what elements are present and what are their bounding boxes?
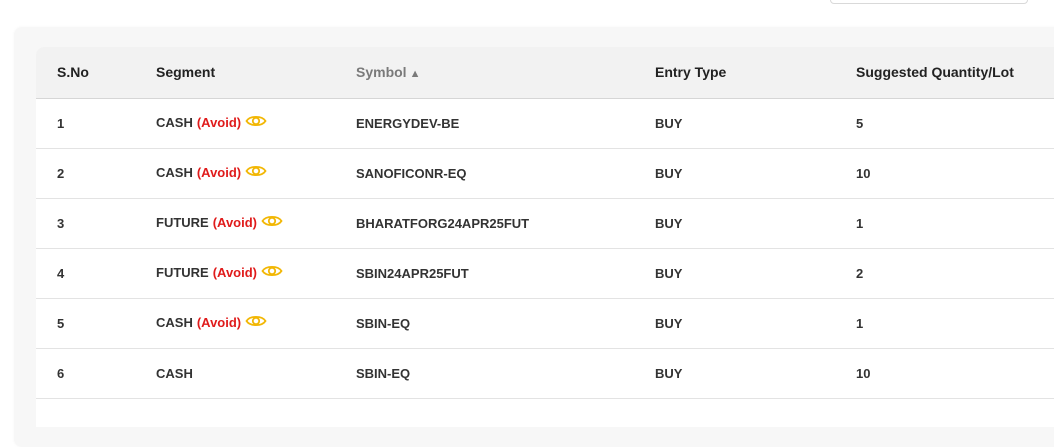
cell-segment: FUTURE (Avoid) (156, 248, 356, 299)
cell-entry-type: BUY (655, 98, 856, 149)
column-header-entry-type[interactable]: Entry Type (655, 47, 856, 99)
cell-segment: CASH (156, 348, 356, 399)
cell-sno: 4 (36, 248, 156, 299)
avoid-flag: (Avoid) (196, 115, 242, 131)
cell-entry-type: BUY (655, 298, 856, 349)
table-row[interactable]: 1 CASH (Avoid) ENERGYDEV-BE BUY 5 (36, 98, 1054, 149)
cell-sno: 6 (36, 348, 156, 399)
cell-entry-type: BUY (655, 348, 856, 399)
cell-sno: 5 (36, 298, 156, 349)
table-body: 1 CASH (Avoid) ENERGYDEV-BE BUY 5 2 CASH (Avoid)… (36, 98, 1054, 399)
eye-icon[interactable] (245, 314, 267, 331)
cell-entry-type: BUY (655, 198, 856, 249)
cell-symbol: SANOFICONR-EQ (356, 148, 655, 199)
table-row[interactable]: 2 CASH (Avoid) SANOFICONR-EQ BUY 10 (36, 148, 1054, 199)
cell-quantity: 10 (856, 148, 1054, 199)
segment-label: CASH (156, 115, 193, 131)
segment-label: CASH (156, 315, 193, 331)
avoid-flag: (Avoid) (196, 165, 242, 181)
cell-quantity: 5 (856, 98, 1054, 149)
eye-icon[interactable] (245, 114, 267, 131)
column-header-quantity[interactable]: Suggested Quantity/Lot (856, 47, 1054, 99)
segment-label: FUTURE (156, 265, 209, 281)
eye-icon[interactable] (261, 214, 283, 231)
cell-entry-type: BUY (655, 148, 856, 199)
table-row[interactable]: 4 FUTURE (Avoid) SBIN24APR25FUT BUY 2 (36, 248, 1054, 299)
cell-quantity: 2 (856, 248, 1054, 299)
cell-quantity: 1 (856, 298, 1054, 349)
cell-sno: 1 (36, 98, 156, 149)
cell-segment: CASH (Avoid) (156, 98, 356, 149)
orders-table: S.No Segment Symbol ▲ Entry Type Suggeste… (36, 47, 1054, 399)
column-header-symbol-label: Symbol (356, 64, 407, 81)
cell-entry-type: BUY (655, 248, 856, 299)
cell-quantity: 10 (856, 348, 1054, 399)
cell-segment: FUTURE (Avoid) (156, 198, 356, 249)
table-row[interactable]: 5 CASH (Avoid) SBIN-EQ BUY 1 (36, 298, 1054, 349)
cell-segment: CASH (Avoid) (156, 148, 356, 199)
sort-ascending-icon: ▲ (409, 68, 421, 81)
top-input-field[interactable] (830, 0, 1028, 4)
table-row[interactable]: 6 CASH SBIN-EQ BUY 10 (36, 348, 1054, 399)
table-row[interactable]: 3 FUTURE (Avoid) BHARATFORG24APR25FUT BUY 1 (36, 198, 1054, 249)
column-header-sno[interactable]: S.No (36, 47, 156, 99)
column-header-segment[interactable]: Segment (156, 47, 356, 99)
eye-icon[interactable] (245, 164, 267, 181)
orders-table-container: S.No Segment Symbol ▲ Entry Type Suggeste… (36, 47, 1054, 427)
segment-label: CASH (156, 165, 193, 181)
avoid-flag: (Avoid) (212, 215, 258, 231)
table-header-row: S.No Segment Symbol ▲ Entry Type Suggeste… (36, 47, 1054, 99)
cell-symbol: ENERGYDEV-BE (356, 98, 655, 149)
avoid-flag: (Avoid) (196, 315, 242, 331)
cell-sno: 2 (36, 148, 156, 199)
eye-icon[interactable] (261, 264, 283, 281)
cell-symbol: SBIN24APR25FUT (356, 248, 655, 299)
cell-sno: 3 (36, 198, 156, 249)
cell-quantity: 1 (856, 198, 1054, 249)
cell-symbol: SBIN-EQ (356, 348, 655, 399)
segment-label: CASH (156, 365, 193, 381)
cell-symbol: SBIN-EQ (356, 298, 655, 349)
cell-symbol: BHARATFORG24APR25FUT (356, 198, 655, 249)
cell-segment: CASH (Avoid) (156, 298, 356, 349)
column-header-symbol[interactable]: Symbol ▲ (356, 47, 655, 99)
segment-label: FUTURE (156, 215, 209, 231)
avoid-flag: (Avoid) (212, 265, 258, 281)
